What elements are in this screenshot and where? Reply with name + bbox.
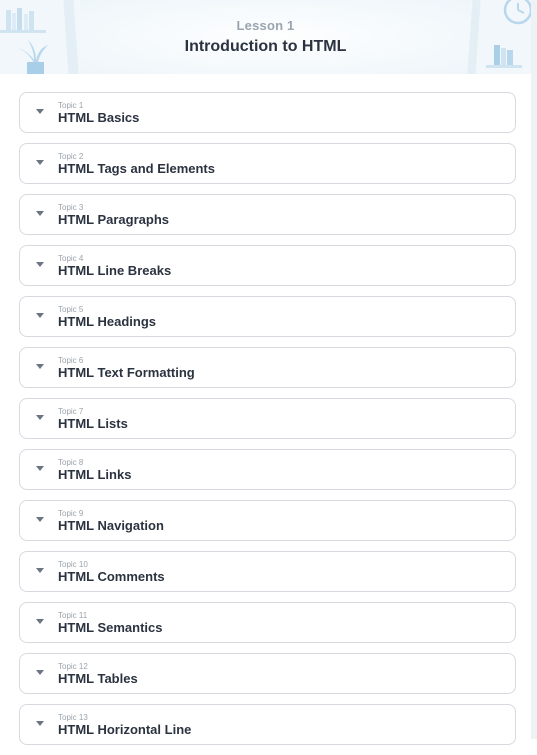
topic-number: Topic 12 (58, 662, 88, 671)
chevron-down-icon[interactable] (36, 160, 44, 165)
topic-number: Topic 11 (58, 611, 88, 620)
topic-number: Topic 13 (58, 713, 88, 722)
topic-item[interactable]: Topic 11 HTML Semantics (19, 602, 516, 643)
chevron-down-icon[interactable] (36, 211, 44, 216)
bookshelf-plant-illustration (0, 8, 48, 74)
topic-item[interactable]: Topic 3 HTML Paragraphs (19, 194, 516, 235)
topic-title: HTML Paragraphs (58, 212, 170, 227)
topic-title: HTML Headings (58, 314, 156, 329)
topic-item[interactable]: Topic 8 HTML Links (19, 449, 516, 490)
topic-title: HTML Tables (58, 671, 138, 686)
topic-title: HTML Semantics (58, 620, 163, 635)
chevron-down-icon[interactable] (36, 262, 44, 267)
lesson-header: Lesson 1 Introduction to HTML (0, 0, 531, 74)
topic-item[interactable]: Topic 4 HTML Line Breaks (19, 245, 516, 286)
topic-title: HTML Lists (58, 416, 128, 431)
topic-number: Topic 8 (58, 458, 84, 467)
topic-title: HTML Navigation (58, 518, 164, 533)
topic-title: HTML Basics (58, 110, 140, 125)
chevron-down-icon[interactable] (36, 364, 44, 369)
topic-title: HTML Tags and Elements (58, 161, 215, 176)
topic-item[interactable]: Topic 9 HTML Navigation (19, 500, 516, 541)
topic-number: Topic 10 (58, 560, 88, 569)
topic-title: HTML Comments (58, 569, 165, 584)
topic-number: Topic 1 (58, 101, 84, 110)
chevron-down-icon[interactable] (36, 619, 44, 624)
topic-item[interactable]: Topic 2 HTML Tags and Elements (19, 143, 516, 184)
topic-number: Topic 5 (58, 305, 84, 314)
topic-item[interactable]: Topic 6 HTML Text Formatting (19, 347, 516, 388)
chevron-down-icon[interactable] (36, 568, 44, 573)
topic-item[interactable]: Topic 1 HTML Basics (19, 92, 516, 133)
topic-number: Topic 2 (58, 152, 84, 161)
topic-list: Topic 1 HTML Basics Topic 2 HTML Tags an… (19, 92, 516, 755)
chevron-down-icon[interactable] (36, 109, 44, 114)
topic-item[interactable]: Topic 5 HTML Headings (19, 296, 516, 337)
topic-number: Topic 4 (58, 254, 84, 263)
topic-title: HTML Horizontal Line (58, 722, 192, 737)
chevron-down-icon[interactable] (36, 517, 44, 522)
lesson-number: Lesson 1 (236, 18, 295, 33)
topic-number: Topic 9 (58, 509, 84, 518)
header-glow (80, 0, 470, 74)
chevron-down-icon[interactable] (36, 670, 44, 675)
chevron-down-icon[interactable] (36, 415, 44, 420)
topic-item[interactable]: Topic 7 HTML Lists (19, 398, 516, 439)
header-wall-left (63, 0, 79, 74)
topic-title: HTML Text Formatting (58, 365, 195, 380)
topic-title: HTML Line Breaks (58, 263, 172, 278)
topic-number: Topic 6 (58, 356, 84, 365)
topic-number: Topic 3 (58, 203, 84, 212)
chevron-down-icon[interactable] (36, 466, 44, 471)
chevron-down-icon[interactable] (36, 721, 44, 726)
lesson-title: Introduction to HTML (184, 38, 347, 55)
topic-title: HTML Links (58, 467, 132, 482)
scrollbar-track[interactable] (531, 0, 537, 739)
lesson-page: Lesson 1 Introduction to HTML Topic 1 HT… (0, 0, 531, 745)
clock-books-illustration (486, 0, 531, 68)
topic-number: Topic 7 (58, 407, 84, 416)
chevron-down-icon[interactable] (36, 313, 44, 318)
topic-item[interactable]: Topic 12 HTML Tables (19, 653, 516, 694)
topic-item[interactable]: Topic 10 HTML Comments (19, 551, 516, 592)
